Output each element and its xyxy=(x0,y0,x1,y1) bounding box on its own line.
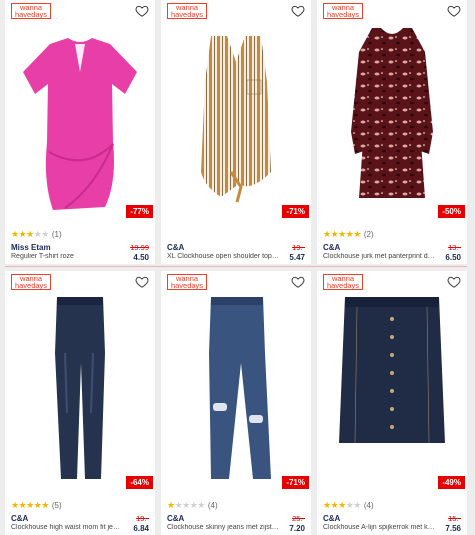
rating: ★★★★★ (4) xyxy=(167,500,218,510)
discount-label: -49% xyxy=(438,476,465,489)
product-card[interactable]: wanna havedays -71% ★★★★★ (4) C&A Clockhou… xyxy=(161,271,311,535)
old-price: 25.- xyxy=(292,514,305,523)
old-price: 15.- xyxy=(448,514,461,523)
product-title[interactable]: Clockhouse skinny jeans met zijstreep e.… xyxy=(167,524,279,531)
product-image[interactable] xyxy=(317,22,467,218)
product-image[interactable] xyxy=(161,22,311,218)
rating: ★★★★★ (4) xyxy=(323,500,374,510)
star-rating-icon: ★★★★★ xyxy=(323,229,361,239)
discount-label: -77% xyxy=(126,205,153,218)
brand-name: Miss Etam xyxy=(11,243,51,252)
rating: ★★★★★ (1) xyxy=(11,229,62,239)
price: 7.56 xyxy=(445,524,461,533)
product-image[interactable] xyxy=(5,293,155,489)
star-rating-icon: ★★★★★ xyxy=(11,500,49,510)
heart-icon[interactable] xyxy=(135,275,149,289)
price: 6.84 xyxy=(133,524,149,533)
product-title[interactable]: XL Clockhouse open shoulder top ecru xyxy=(167,253,279,260)
brand-name: C&A xyxy=(323,514,341,523)
price: 6.50 xyxy=(445,253,461,262)
heart-icon[interactable] xyxy=(135,4,149,18)
product-card[interactable]: wanna havedays -77% ★★★★★ (1) Miss Etam Re… xyxy=(5,0,155,264)
product-title[interactable]: Clockhouse jurk met panterprint donke... xyxy=(323,253,435,260)
discount-label: -71% xyxy=(282,205,309,218)
price: 5.47 xyxy=(289,253,305,262)
brand-name: C&A xyxy=(11,514,29,523)
product-title[interactable]: Regulier T-shirt roze xyxy=(11,253,123,260)
old-price: 19.99 xyxy=(130,243,149,252)
heart-icon[interactable] xyxy=(447,275,461,289)
product-title[interactable]: Clockhouse A-lijn spijkerrok met knope..… xyxy=(323,524,435,531)
old-price: 19.- xyxy=(136,514,149,523)
brand-name: C&A xyxy=(323,243,341,252)
heart-icon[interactable] xyxy=(291,275,305,289)
row-divider xyxy=(5,266,467,267)
brand-name: C&A xyxy=(167,514,185,523)
heart-icon[interactable] xyxy=(447,4,461,18)
star-rating-icon: ★★★★★ xyxy=(323,500,361,510)
discount-label: -71% xyxy=(282,476,309,489)
product-title[interactable]: Clockhouse high waist mom fit jeans d... xyxy=(11,524,123,531)
wannahavedays-badge: wanna havedays xyxy=(167,274,207,290)
product-card[interactable]: wanna havedays -64% ★★★★★ (5) C&A Clockhou… xyxy=(5,271,155,535)
heart-icon[interactable] xyxy=(291,4,305,18)
product-card[interactable]: wanna havedays -49% ★★★★★ (4) C&A Clockhou… xyxy=(317,271,467,535)
wannahavedays-badge: wanna havedays xyxy=(11,3,51,19)
old-price: 13.- xyxy=(448,243,461,252)
star-rating-icon: ★★★★★ xyxy=(167,500,205,510)
rating: ★★★★★ (5) xyxy=(11,500,62,510)
old-price: 19.- xyxy=(292,243,305,252)
product-image[interactable] xyxy=(317,293,467,489)
wannahavedays-badge: wanna havedays xyxy=(167,3,207,19)
product-card[interactable]: wanna havedays -71% C&A XL Clockhouse ope… xyxy=(161,0,311,264)
product-grid: wanna havedays -77% ★★★★★ (1) Miss Etam Re… xyxy=(0,0,475,535)
price: 7.20 xyxy=(289,524,305,533)
star-rating-icon: ★★★★★ xyxy=(11,229,49,239)
brand-name: C&A xyxy=(167,243,185,252)
price: 4.50 xyxy=(133,253,149,262)
wannahavedays-badge: wanna havedays xyxy=(323,274,363,290)
discount-label: -64% xyxy=(126,476,153,489)
rating: ★★★★★ (2) xyxy=(323,229,374,239)
product-image[interactable] xyxy=(5,22,155,218)
wannahavedays-badge: wanna havedays xyxy=(323,3,363,19)
product-image[interactable] xyxy=(161,293,311,489)
wannahavedays-badge: wanna havedays xyxy=(11,274,51,290)
product-card[interactable]: wanna havedays -50% ★★★★★ (2) C&A Clockhou… xyxy=(317,0,467,264)
discount-label: -50% xyxy=(438,205,465,218)
